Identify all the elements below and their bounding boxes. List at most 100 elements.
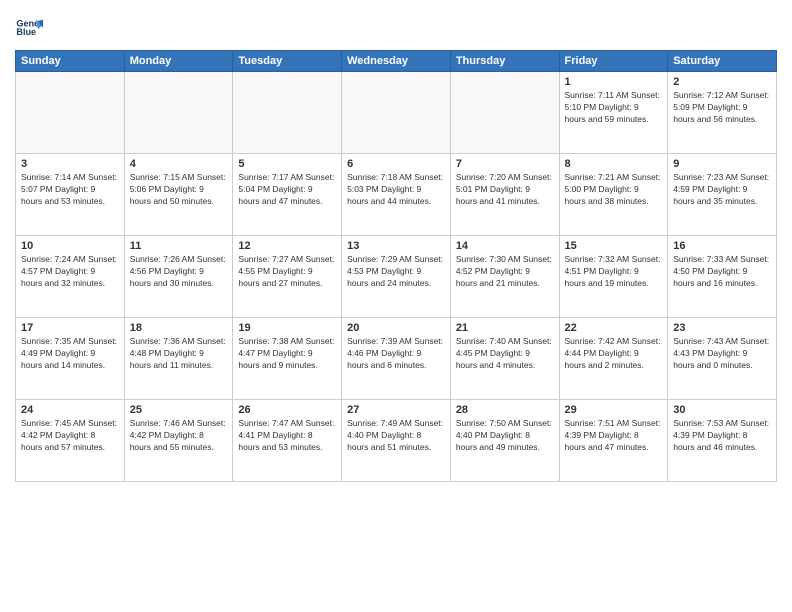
day-number: 4 bbox=[130, 158, 228, 170]
day-number: 5 bbox=[238, 158, 336, 170]
calendar-day-cell: 23 Sunrise: 7:43 AM Sunset: 4:43 PM Dayli… bbox=[668, 318, 777, 400]
day-info: Sunrise: 7:26 AM Sunset: 4:56 PM Dayligh… bbox=[130, 254, 228, 290]
day-info: Sunrise: 7:39 AM Sunset: 4:46 PM Dayligh… bbox=[347, 336, 445, 372]
calendar-day-cell: 16Sunrise: 7:33 AM Sunset: 4:50 PM Dayli… bbox=[668, 236, 777, 318]
day-info: Sunrise: 7:12 AM Sunset: 5:09 PM Dayligh… bbox=[673, 90, 771, 126]
day-number: 6 bbox=[347, 158, 445, 170]
day-info: Sunrise: 7:36 AM Sunset: 4:48 PM Dayligh… bbox=[130, 336, 228, 372]
day-number: 14 bbox=[456, 240, 554, 252]
page-container: General Blue SundayMondayTuesdayWednesda… bbox=[0, 0, 792, 492]
day-info: Sunrise: 7:29 AM Sunset: 4:53 PM Dayligh… bbox=[347, 254, 445, 290]
day-info: Sunrise: 7:18 AM Sunset: 5:03 PM Dayligh… bbox=[347, 172, 445, 208]
calendar-day-cell: 10Sunrise: 7:24 AM Sunset: 4:57 PM Dayli… bbox=[16, 236, 125, 318]
day-info: Sunrise: 7:20 AM Sunset: 5:01 PM Dayligh… bbox=[456, 172, 554, 208]
day-of-week-header: Saturday bbox=[668, 51, 777, 72]
day-info: Sunrise: 7:15 AM Sunset: 5:06 PM Dayligh… bbox=[130, 172, 228, 208]
day-number: 25 bbox=[130, 404, 228, 416]
calendar-day-cell: 13 Sunrise: 7:29 AM Sunset: 4:53 PM Dayli… bbox=[342, 236, 451, 318]
day-number: 19 bbox=[238, 322, 336, 334]
calendar-day-cell: 25 Sunrise: 7:46 AM Sunset: 4:42 PM Dayli… bbox=[124, 400, 233, 482]
day-info: Sunrise: 7:46 AM Sunset: 4:42 PM Dayligh… bbox=[130, 418, 228, 454]
day-info: Sunrise: 7:42 AM Sunset: 4:44 PM Dayligh… bbox=[565, 336, 663, 372]
calendar-day-cell: 11 Sunrise: 7:26 AM Sunset: 4:56 PM Dayli… bbox=[124, 236, 233, 318]
day-number: 18 bbox=[130, 322, 228, 334]
calendar-week-row: 3 Sunrise: 7:14 AM Sunset: 5:07 PM Daylig… bbox=[16, 154, 777, 236]
day-info: Sunrise: 7:30 AM Sunset: 4:52 PM Dayligh… bbox=[456, 254, 554, 290]
day-info: Sunrise: 7:27 AM Sunset: 4:55 PM Dayligh… bbox=[238, 254, 336, 290]
day-info: Sunrise: 7:32 AM Sunset: 4:51 PM Dayligh… bbox=[565, 254, 663, 290]
day-info: Sunrise: 7:17 AM Sunset: 5:04 PM Dayligh… bbox=[238, 172, 336, 208]
day-number: 3 bbox=[21, 158, 119, 170]
calendar-day-cell: 6 Sunrise: 7:18 AM Sunset: 5:03 PM Daylig… bbox=[342, 154, 451, 236]
calendar-week-row: 17Sunrise: 7:35 AM Sunset: 4:49 PM Dayli… bbox=[16, 318, 777, 400]
day-info: Sunrise: 7:21 AM Sunset: 5:00 PM Dayligh… bbox=[565, 172, 663, 208]
calendar-day-cell: 28 Sunrise: 7:50 AM Sunset: 4:40 PM Dayli… bbox=[450, 400, 559, 482]
day-number: 28 bbox=[456, 404, 554, 416]
day-number: 17 bbox=[21, 322, 119, 334]
day-number: 15 bbox=[565, 240, 663, 252]
day-number: 23 bbox=[673, 322, 771, 334]
calendar-day-cell: 30Sunrise: 7:53 AM Sunset: 4:39 PM Dayli… bbox=[668, 400, 777, 482]
day-info: Sunrise: 7:23 AM Sunset: 4:59 PM Dayligh… bbox=[673, 172, 771, 208]
calendar-day-cell: 27Sunrise: 7:49 AM Sunset: 4:40 PM Dayli… bbox=[342, 400, 451, 482]
calendar-day-cell: 8 Sunrise: 7:21 AM Sunset: 5:00 PM Daylig… bbox=[559, 154, 668, 236]
calendar-week-row: 10Sunrise: 7:24 AM Sunset: 4:57 PM Dayli… bbox=[16, 236, 777, 318]
day-info: Sunrise: 7:43 AM Sunset: 4:43 PM Dayligh… bbox=[673, 336, 771, 372]
calendar-day-cell: 17Sunrise: 7:35 AM Sunset: 4:49 PM Dayli… bbox=[16, 318, 125, 400]
day-number: 12 bbox=[238, 240, 336, 252]
calendar-day-cell: 4 Sunrise: 7:15 AM Sunset: 5:06 PM Daylig… bbox=[124, 154, 233, 236]
calendar-day-cell: 12 Sunrise: 7:27 AM Sunset: 4:55 PM Dayli… bbox=[233, 236, 342, 318]
calendar-day-cell: 22Sunrise: 7:42 AM Sunset: 4:44 PM Dayli… bbox=[559, 318, 668, 400]
calendar-day-cell: 20 Sunrise: 7:39 AM Sunset: 4:46 PM Dayli… bbox=[342, 318, 451, 400]
calendar-day-cell: 15 Sunrise: 7:32 AM Sunset: 4:51 PM Dayli… bbox=[559, 236, 668, 318]
day-info: Sunrise: 7:53 AM Sunset: 4:39 PM Dayligh… bbox=[673, 418, 771, 454]
day-number: 10 bbox=[21, 240, 119, 252]
calendar-day-cell bbox=[342, 72, 451, 154]
day-of-week-header: Sunday bbox=[16, 51, 125, 72]
svg-text:Blue: Blue bbox=[16, 27, 36, 37]
day-number: 21 bbox=[456, 322, 554, 334]
day-number: 8 bbox=[565, 158, 663, 170]
day-number: 11 bbox=[130, 240, 228, 252]
calendar-day-cell: 2 Sunrise: 7:12 AM Sunset: 5:09 PM Daylig… bbox=[668, 72, 777, 154]
calendar-week-row: 24Sunrise: 7:45 AM Sunset: 4:42 PM Dayli… bbox=[16, 400, 777, 482]
day-info: Sunrise: 7:14 AM Sunset: 5:07 PM Dayligh… bbox=[21, 172, 119, 208]
calendar-day-cell: 19 Sunrise: 7:38 AM Sunset: 4:47 PM Dayli… bbox=[233, 318, 342, 400]
calendar-day-cell: 5 Sunrise: 7:17 AM Sunset: 5:04 PM Daylig… bbox=[233, 154, 342, 236]
day-number: 27 bbox=[347, 404, 445, 416]
day-of-week-header: Monday bbox=[124, 51, 233, 72]
calendar-header-row: SundayMondayTuesdayWednesdayThursdayFrid… bbox=[16, 51, 777, 72]
day-info: Sunrise: 7:11 AM Sunset: 5:10 PM Dayligh… bbox=[565, 90, 663, 126]
logo-icon: General Blue bbox=[15, 14, 43, 42]
day-number: 20 bbox=[347, 322, 445, 334]
calendar-week-row: 1 Sunrise: 7:11 AM Sunset: 5:10 PM Daylig… bbox=[16, 72, 777, 154]
calendar-day-cell bbox=[233, 72, 342, 154]
day-info: Sunrise: 7:33 AM Sunset: 4:50 PM Dayligh… bbox=[673, 254, 771, 290]
calendar-day-cell: 18 Sunrise: 7:36 AM Sunset: 4:48 PM Dayli… bbox=[124, 318, 233, 400]
calendar-day-cell: 29Sunrise: 7:51 AM Sunset: 4:39 PM Dayli… bbox=[559, 400, 668, 482]
calendar-table: SundayMondayTuesdayWednesdayThursdayFrid… bbox=[15, 50, 777, 482]
day-of-week-header: Friday bbox=[559, 51, 668, 72]
calendar-day-cell: 24Sunrise: 7:45 AM Sunset: 4:42 PM Dayli… bbox=[16, 400, 125, 482]
day-of-week-header: Wednesday bbox=[342, 51, 451, 72]
day-info: Sunrise: 7:40 AM Sunset: 4:45 PM Dayligh… bbox=[456, 336, 554, 372]
day-number: 1 bbox=[565, 76, 663, 88]
day-number: 24 bbox=[21, 404, 119, 416]
day-of-week-header: Thursday bbox=[450, 51, 559, 72]
day-number: 13 bbox=[347, 240, 445, 252]
day-number: 9 bbox=[673, 158, 771, 170]
calendar-day-cell bbox=[124, 72, 233, 154]
day-number: 7 bbox=[456, 158, 554, 170]
calendar-day-cell: 3 Sunrise: 7:14 AM Sunset: 5:07 PM Daylig… bbox=[16, 154, 125, 236]
calendar-day-cell: 7 Sunrise: 7:20 AM Sunset: 5:01 PM Daylig… bbox=[450, 154, 559, 236]
header: General Blue bbox=[15, 10, 777, 42]
day-info: Sunrise: 7:50 AM Sunset: 4:40 PM Dayligh… bbox=[456, 418, 554, 454]
day-number: 26 bbox=[238, 404, 336, 416]
day-info: Sunrise: 7:38 AM Sunset: 4:47 PM Dayligh… bbox=[238, 336, 336, 372]
calendar-day-cell bbox=[16, 72, 125, 154]
day-number: 2 bbox=[673, 76, 771, 88]
calendar-day-cell: 14 Sunrise: 7:30 AM Sunset: 4:52 PM Dayli… bbox=[450, 236, 559, 318]
day-info: Sunrise: 7:47 AM Sunset: 4:41 PM Dayligh… bbox=[238, 418, 336, 454]
day-of-week-header: Tuesday bbox=[233, 51, 342, 72]
day-info: Sunrise: 7:51 AM Sunset: 4:39 PM Dayligh… bbox=[565, 418, 663, 454]
